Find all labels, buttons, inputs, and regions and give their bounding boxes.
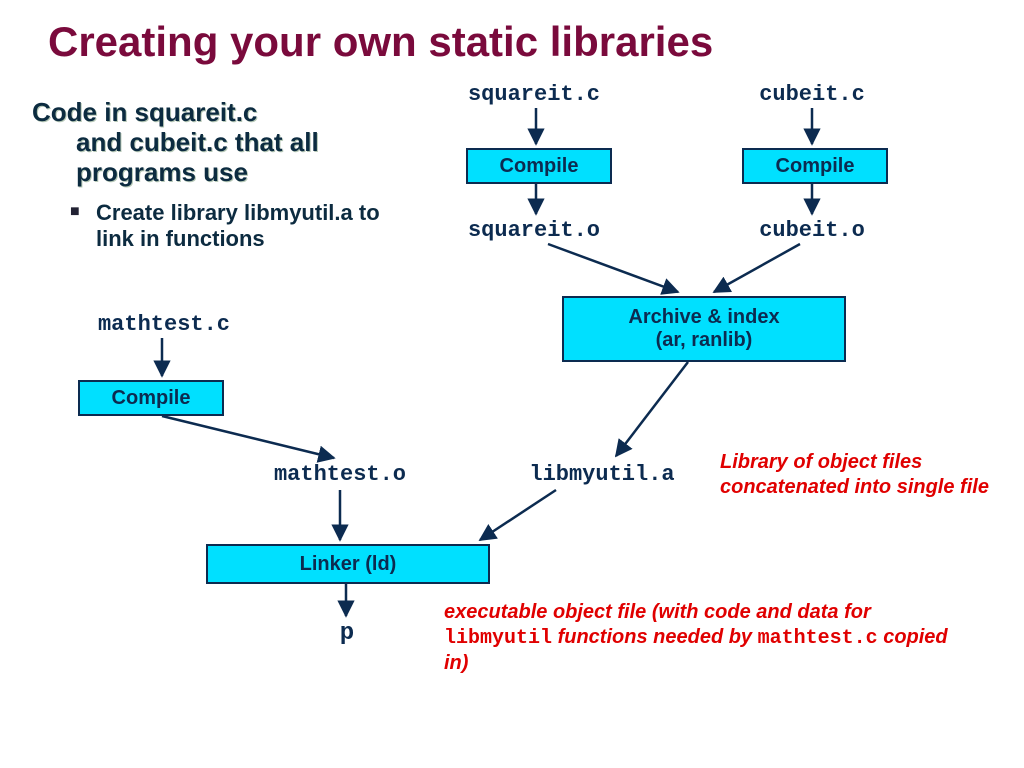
box-archive: Archive & index (ar, ranlib) bbox=[562, 296, 846, 362]
file-cubeit-o: cubeit.o bbox=[742, 218, 882, 243]
box-compile-mathtest: Compile bbox=[78, 380, 224, 416]
file-squareit-o: squareit.o bbox=[454, 218, 614, 243]
slide-title: Creating your own static libraries bbox=[48, 18, 713, 66]
box-linker: Linker (ld) bbox=[206, 544, 490, 584]
exec-libmyutil: libmyutil bbox=[444, 627, 552, 650]
file-squareit-c: squareit.c bbox=[454, 82, 614, 107]
bullet-create-library: Create library libmyutil.a to link in fu… bbox=[96, 200, 396, 253]
subheading: Code in squareit.c and cubeit.c that all… bbox=[32, 98, 402, 188]
note-library: Library of object files concatenated int… bbox=[720, 450, 990, 500]
file-mathtest-c: mathtest.c bbox=[84, 312, 244, 337]
file-libmyutil-a: libmyutil.a bbox=[512, 462, 692, 487]
file-mathtest-o: mathtest.o bbox=[260, 462, 420, 487]
box-compile-cubeit: Compile bbox=[742, 148, 888, 184]
file-p: p bbox=[332, 620, 362, 647]
subhead-line2: and cubeit.c that all programs use bbox=[32, 128, 402, 188]
note-executable: executable object file (with code and da… bbox=[444, 600, 974, 676]
exec-mathtest: mathtest.c bbox=[758, 627, 878, 650]
file-cubeit-c: cubeit.c bbox=[742, 82, 882, 107]
subhead-line1: Code in squareit.c bbox=[32, 97, 257, 127]
exec-prefix: executable object file (with code and da… bbox=[444, 601, 871, 623]
exec-mid: functions needed by bbox=[552, 626, 758, 648]
box-compile-squareit: Compile bbox=[466, 148, 612, 184]
